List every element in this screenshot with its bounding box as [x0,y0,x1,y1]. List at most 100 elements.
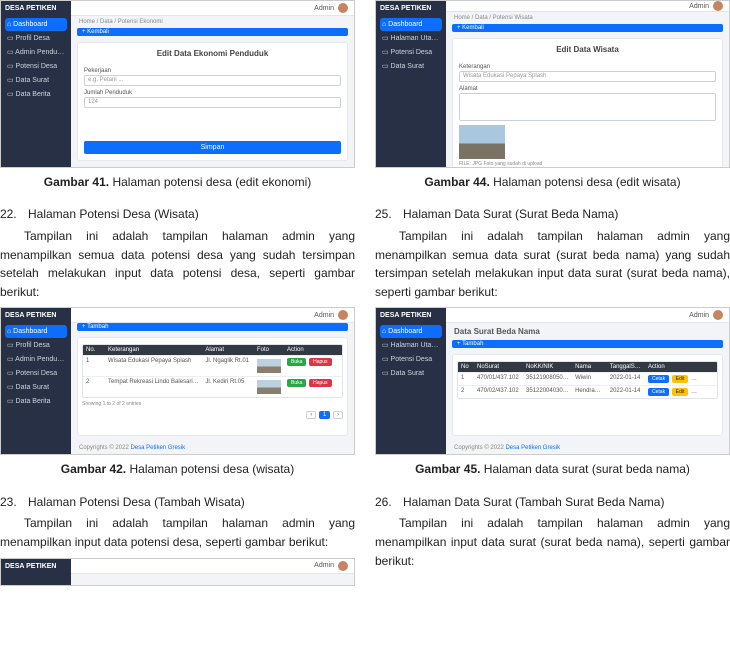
open-button[interactable]: Buka [287,379,306,387]
label: Jumlah Penduduk [84,90,341,96]
topbar: Admin [446,308,729,323]
sidebar-item[interactable]: ▭ Profil Desa [5,31,67,45]
fig42-caption: Gambar 42. Halaman potensi desa (wisata) [0,461,355,477]
keterangan-input[interactable]: Wisata Edukasi Pepaya Splash [459,71,716,82]
sidebar: DESA PETIKEN ⌂ Dashboard ▭ Profil Desa ▭… [1,1,71,167]
wisata-table: No. Keterangan Alamat Foto Action 1 Wisa… [82,344,343,398]
fig44-screenshot: DESA PETIKEN ⌂ Dashboard ▭ Halaman Utama… [375,0,730,168]
sec26-title: 26.Halaman Data Surat (Tambah Surat Beda… [375,494,730,511]
table-row: 2 470/02/437.102 351220040300001 Hendraw… [458,385,717,398]
sidebar-item[interactable]: ▭ Potensi Desa [5,366,67,380]
sidebar-item[interactable]: ▭ Halaman Utama [380,31,442,45]
sidebar: DESA PETIKEN ⌂ Dashboard ▭ Halaman Utama… [376,1,446,167]
add-button[interactable]: + Tambah [452,340,723,348]
page-title: Edit Data Ekonomi Penduduk [84,49,341,58]
page-title: Data Surat Beda Nama [446,323,729,340]
user-name: Admin [314,5,334,12]
user-name: Admin [689,312,709,319]
sidebar-item[interactable]: ▭ Data Surat [5,73,67,87]
avatar-icon[interactable] [338,561,348,571]
print-button[interactable]: Cetak [648,388,669,396]
jumlah-input[interactable]: 124 [84,97,341,108]
page-prev[interactable]: ‹ [306,411,316,419]
sidebar-item[interactable]: ▭ Data Surat [380,59,442,73]
sidebar-item[interactable]: ▭ Potensi Desa [5,59,67,73]
sidebar: DESA PETIKEN ⌂ Dashboard ▭ Halaman Utama… [376,308,446,454]
open-button[interactable]: Buka [287,358,306,366]
print-button[interactable]: Cetak [648,375,669,383]
col-foto: Foto [254,345,284,355]
page-1[interactable]: 1 [319,411,330,419]
col-act: Action [645,362,717,372]
photo-thumb-icon [257,359,281,373]
sidebar-item[interactable]: ▭ Data Surat [380,366,442,380]
topbar: Admin [71,1,354,16]
user-name: Admin [314,562,334,569]
pekerjaan-input[interactable]: e.g. Petani ... [84,75,341,86]
sidebar-item[interactable]: ▭ Potensi Desa [380,352,442,366]
col-nik: NoKK/NIK [523,362,572,372]
table-row: 1 Wisata Edukasi Pepaya Splash Jl. Ngagl… [83,355,342,376]
table-row: 2 Tempat Rekreasi Lindo Balesari dan Pet… [83,376,342,397]
label: Alamat [459,86,716,92]
label: Pekerjaan [84,68,341,74]
breadcrumb: Home / Data / Potensi Wisata [446,12,729,24]
delete-button[interactable]: Hapus [309,379,331,387]
sidebar-item[interactable]: ⌂ Dashboard [5,325,67,338]
sidebar-item[interactable]: ▭ Halaman Utama [380,338,442,352]
avatar-icon[interactable] [713,1,723,11]
sidebar-item[interactable]: ⌂ Dashboard [380,325,442,338]
pagination: ‹ 1 › [82,411,343,419]
sec25-body: Tampilan ini adalah tampilan halaman adm… [375,227,730,301]
breadcrumb: Home / Data / Potensi Ekonomi [71,16,354,28]
delete-button[interactable]: Hapus [691,375,713,383]
topbar: Admin [71,559,354,574]
sidebar-item[interactable]: ▭ Data Surat [5,380,67,394]
edit-button[interactable]: Edit [672,388,689,396]
fig41-screenshot: DESA PETIKEN ⌂ Dashboard ▭ Profil Desa ▭… [0,0,355,168]
avatar-icon[interactable] [713,310,723,320]
page-next[interactable]: › [333,411,343,419]
sec25-title: 25.Halaman Data Surat (Surat Beda Nama) [375,206,730,223]
sidebar: DESA PETIKEN [1,559,71,585]
file-hint: FILE: JPG Foto yang sudah di upload [459,161,716,167]
label: Keterangan [459,64,716,70]
sidebar-item[interactable]: ▭ Admin Penduduk [5,45,67,59]
sidebar-item[interactable]: ▭ Data Berita [5,394,67,408]
sidebar-item[interactable]: ▭ Data Berita [5,87,67,101]
back-button[interactable]: + Kembali [452,24,723,32]
topbar: Admin [71,308,354,323]
user-name: Admin [689,3,709,10]
table-row: 1 470/01/437.102 351219080500001 Wiwin 2… [458,372,717,385]
brand: DESA PETIKEN [5,312,67,319]
sec22-body: Tampilan ini adalah tampilan halaman adm… [0,227,355,301]
alamat-textarea[interactable] [459,93,716,121]
brand: DESA PETIKEN [5,5,67,12]
delete-button[interactable]: Hapus [309,358,331,366]
delete-button[interactable]: Hapus [691,388,713,396]
fig41-caption: Gambar 41. Halaman potensi desa (edit ek… [0,174,355,190]
photo-preview-icon [459,125,505,159]
fig43-partial-screenshot: DESA PETIKEN Admin [0,558,355,586]
avatar-icon[interactable] [338,3,348,13]
sidebar-item[interactable]: ⌂ Dashboard [380,18,442,31]
fig44-caption: Gambar 44. Halaman potensi desa (edit wi… [375,174,730,190]
user-name: Admin [314,312,334,319]
sidebar-item[interactable]: ▭ Admin Penduduk [5,352,67,366]
col-no: No. [83,345,105,355]
submit-button[interactable]: Simpan [84,141,341,154]
sec22-title: 22.Halaman Potensi Desa (Wisata) [0,206,355,223]
sidebar-item[interactable]: ⌂ Dashboard [5,18,67,31]
sidebar-item[interactable]: ▭ Profil Desa [5,338,67,352]
back-button[interactable]: + Kembali [77,28,348,36]
col-tgl: TanggalSurat [607,362,645,372]
avatar-icon[interactable] [338,310,348,320]
brand: DESA PETIKEN [380,5,442,12]
fig45-screenshot: DESA PETIKEN ⌂ Dashboard ▭ Halaman Utama… [375,307,730,455]
edit-button[interactable]: Edit [672,375,689,383]
add-button[interactable]: + Tambah [77,323,348,331]
sidebar-item[interactable]: ▭ Potensi Desa [380,45,442,59]
sec26-body: Tampilan ini adalah tampilan halaman adm… [375,514,730,570]
footer: Copyrights © 2022 Desa Petiken Gresik [71,442,354,454]
sec23-body: Tampilan ini adalah tampilan halaman adm… [0,514,355,551]
